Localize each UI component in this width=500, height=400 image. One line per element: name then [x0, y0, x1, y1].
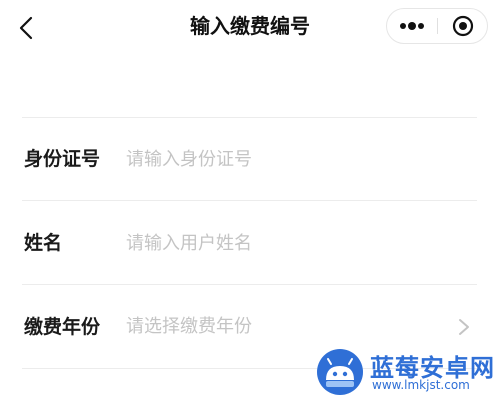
row-divider: [22, 200, 477, 201]
chevron-left-icon: [19, 16, 33, 40]
payment-year-placeholder: 请选择缴费年份: [126, 316, 252, 337]
capsule-menu: [386, 8, 488, 44]
id-number-input[interactable]: [126, 142, 446, 176]
close-miniprogram-button[interactable]: [438, 9, 487, 43]
payment-year-select[interactable]: 请选择缴费年份: [126, 310, 471, 344]
more-dots-icon: [400, 22, 424, 30]
watermark-url: www.lmkjst.com: [372, 378, 470, 392]
target-close-icon: [452, 15, 473, 37]
android-logo-icon: [317, 349, 363, 395]
id-number-label: 身份证号: [24, 148, 101, 170]
navigation-bar: 输入缴费编号: [0, 0, 500, 52]
name-input[interactable]: [126, 226, 446, 260]
row-divider: [22, 284, 477, 285]
form-row-id-number: 身份证号: [22, 118, 477, 201]
back-button[interactable]: [8, 10, 44, 46]
more-button[interactable]: [387, 9, 437, 43]
chevron-right-icon: [459, 319, 469, 335]
payment-year-label: 缴费年份: [24, 316, 101, 338]
name-label: 姓名: [24, 232, 63, 254]
form-row-name: 姓名: [22, 202, 477, 285]
watermark: 蓝莓安卓网 www.lmkjst.com: [316, 346, 496, 398]
